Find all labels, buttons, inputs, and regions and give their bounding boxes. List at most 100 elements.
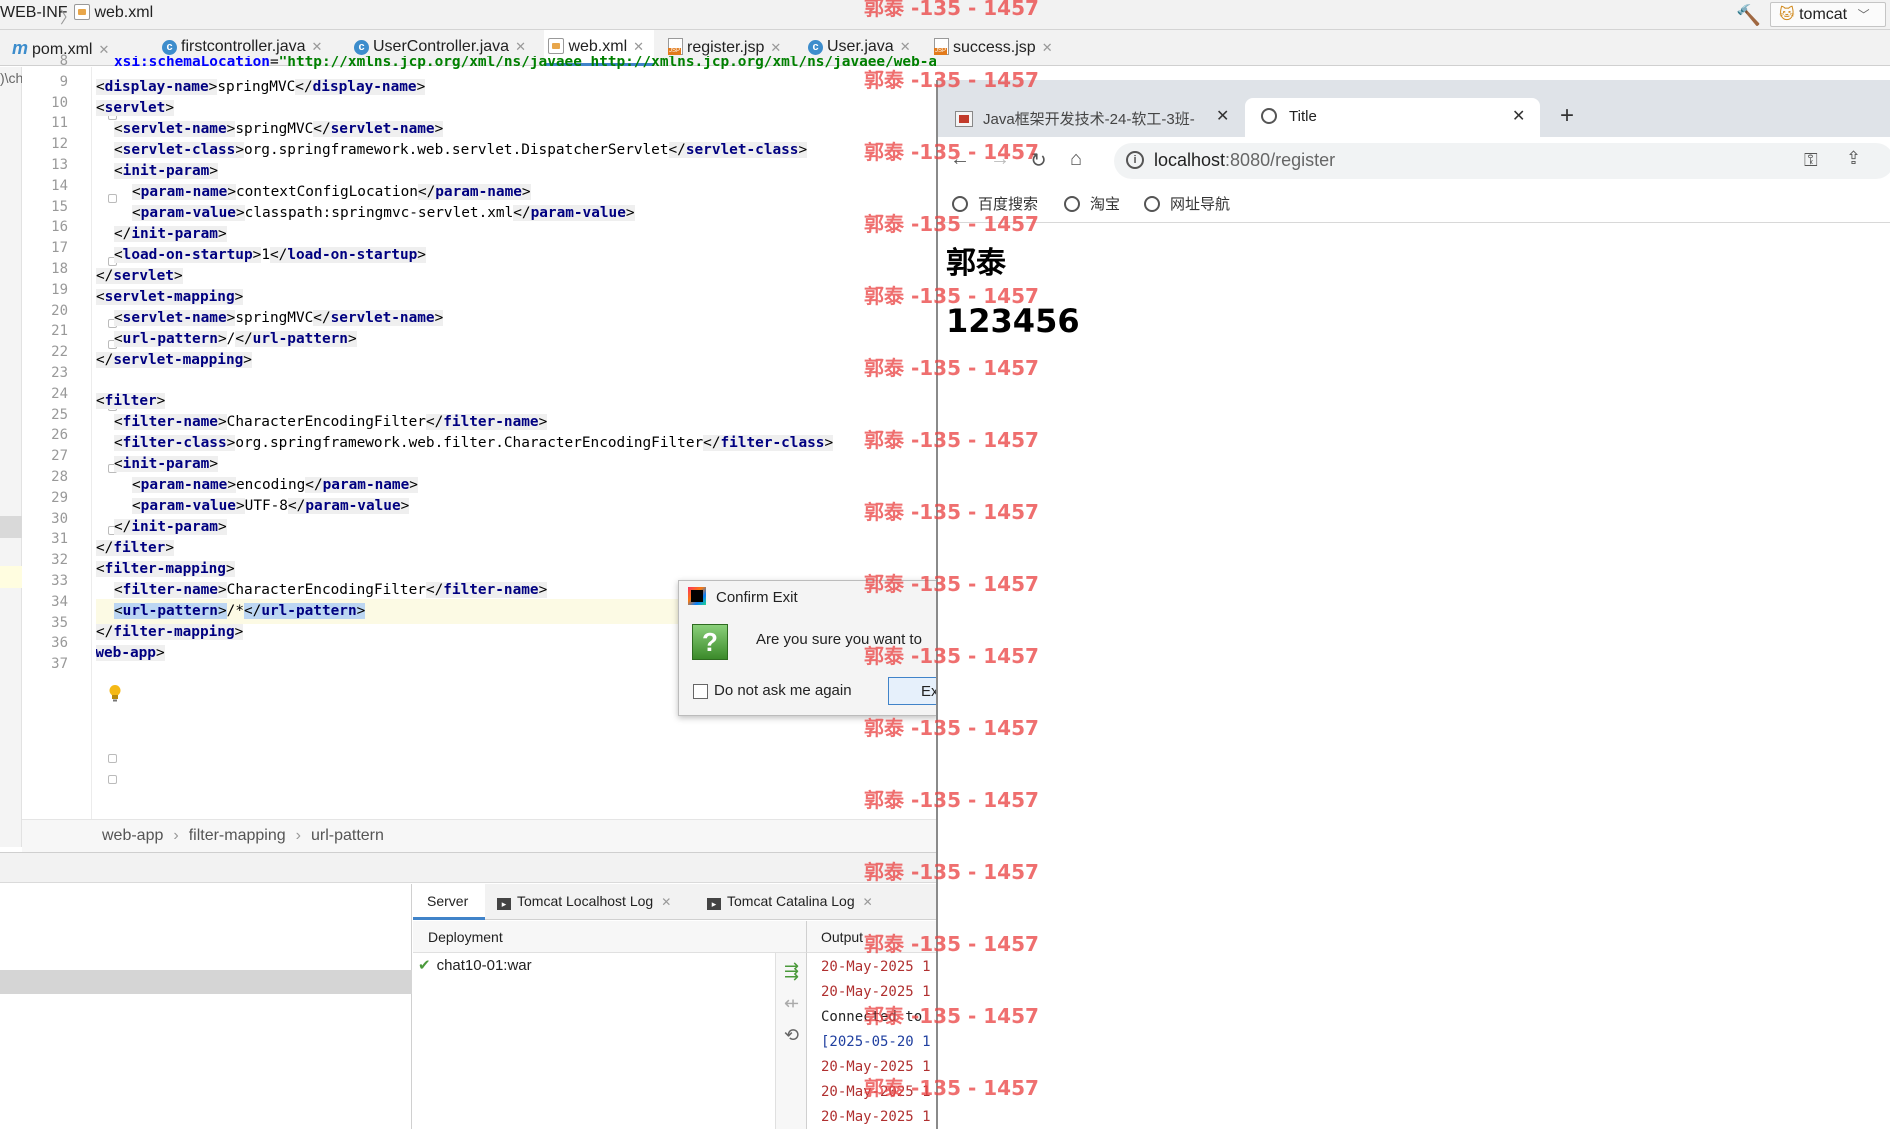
line-number: 25 [51,406,68,423]
code-line: </servlet-mapping> [96,352,252,368]
deploy-icon[interactable]: ⇶ [784,961,799,982]
line-number: 31 [51,531,68,548]
line-number: 34 [51,593,68,610]
globe-icon [1144,196,1160,212]
do-not-ask-label[interactable]: Do not ask me again [714,682,852,699]
url-path: :8080/register [1225,150,1336,170]
lightbulb-icon[interactable] [108,684,122,702]
editor-gutter: 8 9 10 11 12 13 14 15 16 17 18 19 20 21 22 23 24 25 26 27 28… [22,53,117,819]
line-number: 23 [51,365,68,381]
output-console[interactable]: 20-May-2025 1 20-May-2025 1 Connected to [2… [806,953,937,1129]
tab-server[interactable]: Server [413,884,485,920]
project-tool-strip [0,67,22,847]
chevron-down-icon: ﹀ [1857,8,1870,22]
key-icon[interactable]: ⚿ [1804,150,1818,171]
line-number: 21 [51,323,68,340]
breadcrumb-filter-mapping[interactable]: filter-mapping [189,827,286,844]
deployment-list[interactable] [413,953,806,1129]
tab-success-jsp[interactable]: success.jsp ✕ [934,30,1053,66]
deployment-item[interactable]: ✔ chat10-01:war [418,956,532,974]
browser-tab-title[interactable]: Title [1245,98,1540,137]
intellij-logo-icon [688,587,706,605]
tab-tomcat-catalina-log[interactable]: ▸ Tomcat Catalina Log ✕ [707,884,873,920]
browser-window [936,80,1890,1129]
close-icon[interactable]: ✕ [900,39,911,54]
do-not-ask-checkbox[interactable] [693,684,708,699]
close-icon[interactable]: ✕ [312,39,323,54]
project-tree-caret-row [0,566,22,588]
question-icon: ? [692,624,728,660]
attr-name: xsi:schemaLocation [114,56,270,70]
undeploy-icon[interactable]: ⇷ [784,993,799,1014]
tab-label: register.jsp [687,39,765,56]
breadcrumb-file[interactable]: web.xml [74,4,153,22]
services-tree-selected-row[interactable] [0,970,412,994]
address-bar-url[interactable]: localhost:8080/register [1154,150,1335,171]
back-arrow-icon[interactable]: ← [950,148,970,171]
services-tree[interactable] [0,884,412,1129]
project-tree-fragment: )\ch [0,70,24,86]
close-icon[interactable]: ✕ [661,895,671,909]
close-icon[interactable]: ✕ [1216,106,1229,126]
globe-icon [1064,196,1080,212]
refresh-icon[interactable]: ⟲ [784,1025,799,1046]
line-number: 8 [59,53,68,69]
bookmark-taobao[interactable]: 淘宝 [1064,193,1120,214]
line-number: 15 [51,198,68,215]
info-icon[interactable]: i [1126,151,1144,169]
reload-icon[interactable]: ↻ [1030,148,1047,173]
output-line: 20-May-2025 1 [821,1084,931,1100]
deployment-header: Deployment [413,921,806,953]
tab-label: web.xml [568,38,628,55]
bookmark-label: 淘宝 [1090,196,1121,213]
breadcrumb-url-pattern[interactable]: url-pattern [311,827,384,844]
tab-label: Server [427,893,469,909]
home-icon[interactable]: ⌂ [1070,148,1082,171]
page-password: 123456 [946,302,1080,340]
code-line: </web-app> [96,641,165,666]
attr-value: "http://xmlns.jcp.org/xml/ns/javaee http… [278,56,936,70]
line-number: 37 [51,656,68,673]
page-username: 郭泰 [946,246,1006,281]
close-icon[interactable]: ✕ [633,39,644,54]
line-number: 29 [51,489,68,506]
close-icon[interactable]: ✕ [1512,106,1525,126]
run-configuration-select[interactable]: 🐱 tomcat ﹀ [1770,2,1886,27]
forward-arrow-icon[interactable]: → [990,148,1010,171]
close-icon[interactable]: ✕ [515,39,526,54]
breadcrumb-web-app[interactable]: web-app [102,827,163,844]
bookmark-label: 网址导航 [1170,196,1231,213]
line-number: 18 [51,261,68,277]
check-icon: ✔ [418,957,431,974]
output-line: 20-May-2025 1 [821,959,931,975]
close-icon[interactable]: ✕ [1042,40,1053,55]
java-class-icon: c [354,40,369,55]
jsp-file-icon [668,38,683,55]
line-number: 10 [51,94,68,111]
new-tab-plus-icon[interactable]: + [1560,102,1574,130]
line-number: 20 [51,302,68,319]
close-icon[interactable]: ✕ [863,895,873,909]
line-number: 33 [51,573,68,589]
browser-tab-course[interactable]: Java框架开发技术-24-软工-3班- [945,98,1240,137]
breadcrumb-folder[interactable]: WEB-INF [0,4,68,22]
build-hammer-icon[interactable]: 🔨 [1736,3,1761,27]
line-number: 19 [51,281,68,298]
deployment-actions: ⇶ ⇷ ⟲ [775,953,807,1129]
tab-label: Tomcat Catalina Log [727,893,855,909]
tab-label: Tomcat Localhost Log [517,893,654,909]
breadcrumb-separator: › [295,827,301,844]
log-icon: ▸ [707,898,721,910]
bookmark-nav[interactable]: 网址导航 [1144,193,1230,214]
line-number: 14 [51,177,68,194]
java-class-icon: c [808,40,823,55]
share-icon[interactable]: ⇪ [1846,148,1861,169]
bookmark-baidu[interactable]: 百度搜索 [952,193,1038,214]
project-tree-selection [0,516,22,538]
close-icon[interactable]: ✕ [98,42,109,57]
line-number: 12 [51,136,68,153]
close-icon[interactable]: ✕ [770,40,781,55]
tab-tomcat-localhost-log[interactable]: ▸ Tomcat Localhost Log ✕ [497,884,671,920]
output-header: Output [806,921,937,953]
line-number: 22 [51,344,68,361]
